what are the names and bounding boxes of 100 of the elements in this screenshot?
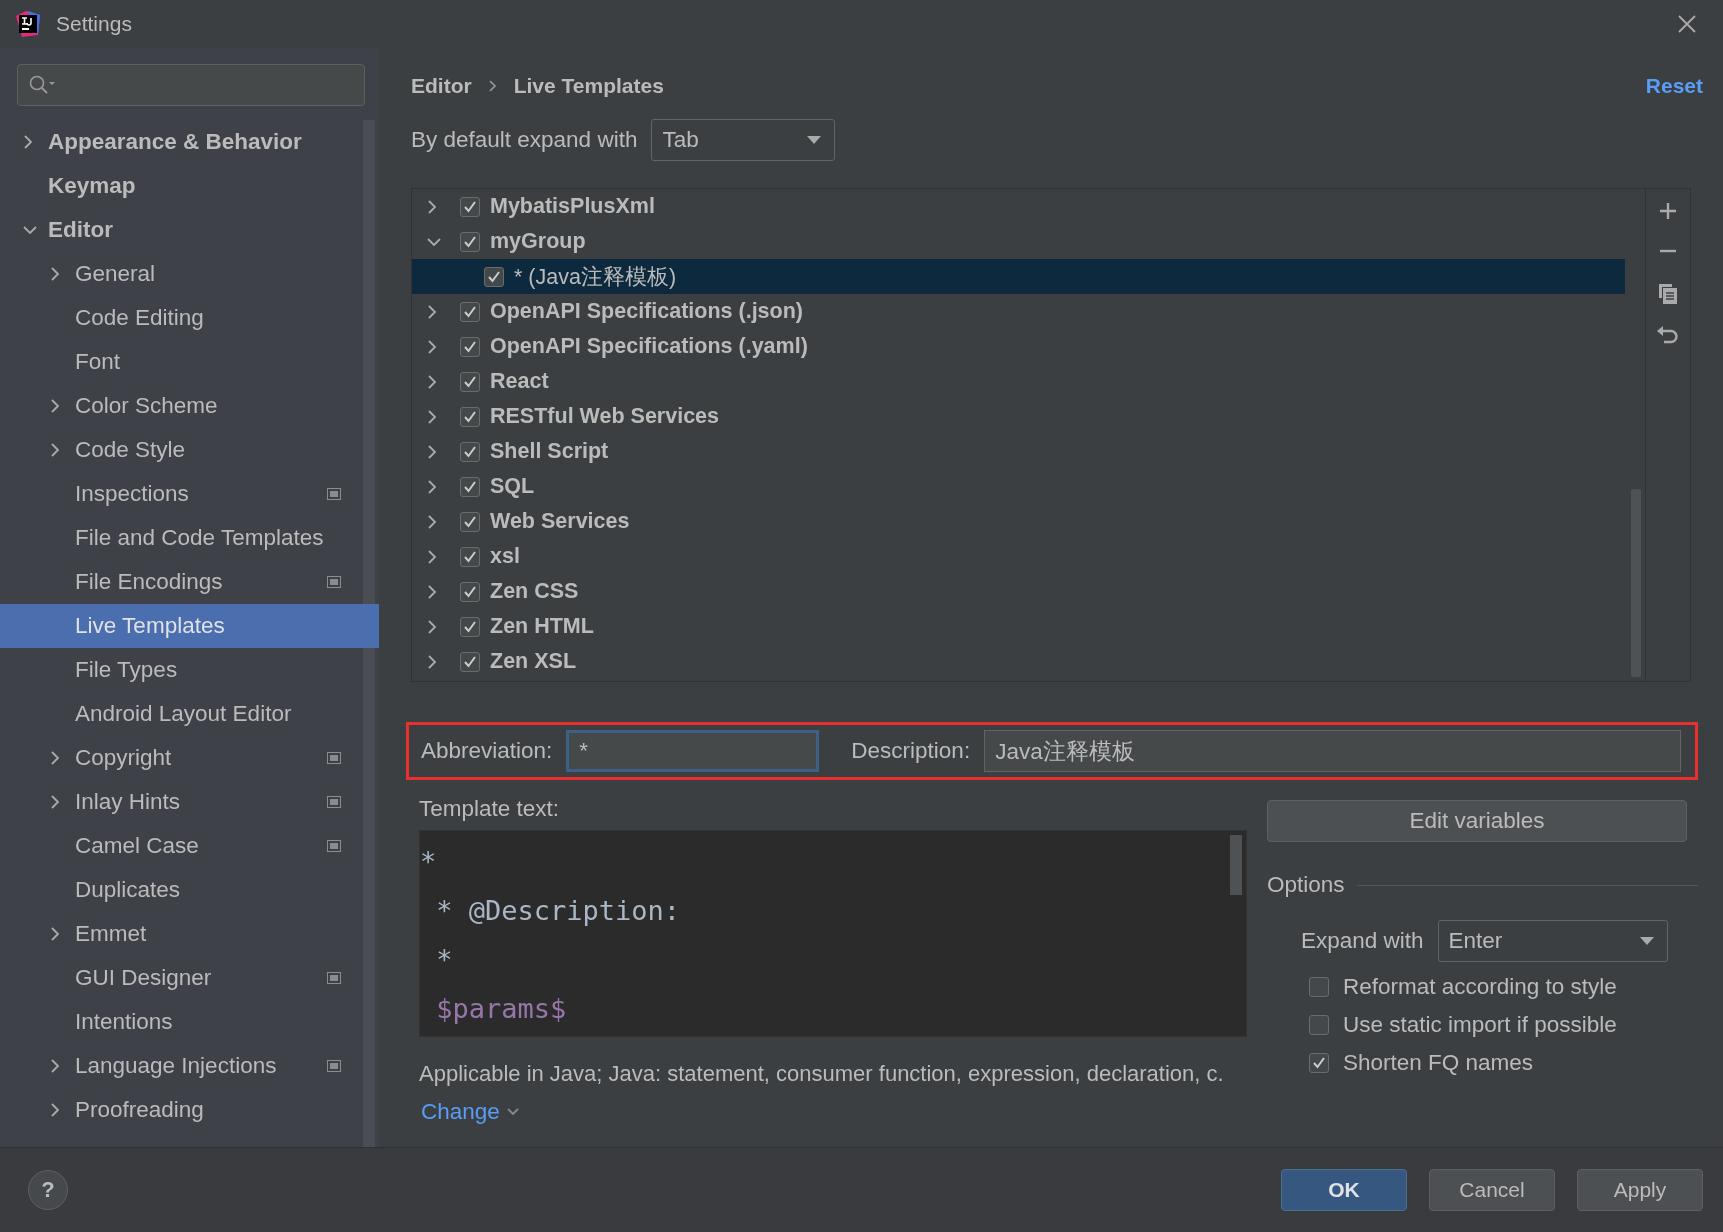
sidebar-item[interactable]: File Types [0,648,363,692]
checkbox[interactable] [460,406,480,427]
add-icon[interactable] [1658,201,1678,221]
chevron-right-icon[interactable] [49,398,61,414]
checkbox[interactable] [1309,1053,1329,1073]
breadcrumb-item[interactable]: Editor [411,74,472,98]
search-field[interactable] [17,64,365,106]
checkbox[interactable] [460,511,480,532]
chevron-right-icon[interactable] [49,750,61,766]
checkbox[interactable] [484,266,504,287]
template-group[interactable]: SQL [412,469,1625,504]
close-icon[interactable] [1677,14,1697,34]
sidebar-item[interactable]: Android Layout Editor [0,692,363,736]
template-group[interactable]: myGroup [412,224,1625,259]
chevron-right-icon[interactable] [426,653,438,670]
checkbox[interactable] [460,301,480,322]
option-checkbox[interactable]: Use static import if possible [1309,1012,1698,1038]
sidebar-item[interactable]: Keymap [0,164,363,208]
dialog-button[interactable]: Apply [1577,1169,1703,1211]
chevron-down-icon[interactable] [22,224,38,236]
checkbox[interactable] [1309,1015,1329,1035]
checkbox[interactable] [460,546,480,567]
checkbox[interactable] [460,231,480,252]
caret-icon[interactable] [806,135,823,145]
sidebar-item[interactable]: File and Code Templates [0,516,363,560]
chevron-right-icon[interactable] [426,548,438,565]
chevron-right-icon[interactable] [426,478,438,495]
template-group[interactable]: OpenAPI Specifications (.yaml) [412,329,1625,364]
sidebar-item[interactable]: Emmet [0,912,363,956]
sidebar-item[interactable]: Code Editing [0,296,363,340]
option-checkbox[interactable]: Reformat according to style [1309,974,1698,1000]
sidebar-item[interactable]: Copyright [0,736,363,780]
scrollbar[interactable] [1230,835,1242,895]
chevron-right-icon[interactable] [426,373,438,390]
chevron-right-icon[interactable] [426,443,438,460]
chevron-right-icon[interactable] [426,618,438,635]
chevron-right-icon[interactable] [49,442,61,458]
template-item[interactable]: * (Java注释模板) [412,259,1625,294]
change-link[interactable]: Change [421,1099,520,1125]
chevron-right-icon[interactable] [49,266,61,282]
description-field[interactable]: Java注释模板 [984,730,1681,772]
template-group[interactable]: Zen HTML [412,609,1625,644]
sidebar-item[interactable]: Camel Case [0,824,363,868]
sidebar-item[interactable]: Editor [0,208,363,252]
dialog-button[interactable]: Cancel [1429,1169,1555,1211]
sidebar-item[interactable]: Appearance & Behavior [0,120,363,164]
template-group[interactable]: Shell Script [412,434,1625,469]
caret-icon[interactable] [1638,936,1655,946]
checkbox[interactable] [1309,977,1329,997]
checkbox[interactable] [460,581,480,602]
help-button[interactable]: ? [28,1170,68,1210]
chevron-right-icon[interactable] [426,583,438,600]
sidebar-item[interactable]: Live Templates [0,604,379,648]
chevron-right-icon[interactable] [22,134,34,150]
checkbox[interactable] [460,651,480,672]
sidebar-item[interactable]: Duplicates [0,868,363,912]
edit-variables-button[interactable]: Edit variables [1267,800,1687,842]
template-group[interactable]: Web Services [412,504,1625,539]
breadcrumb-item[interactable]: Live Templates [513,74,664,98]
chevron-down-icon[interactable] [505,1107,520,1117]
abbreviation-field[interactable]: * [566,730,820,772]
chevron-right-icon[interactable] [49,1102,61,1118]
sidebar-item[interactable]: Color Scheme [0,384,363,428]
checkbox[interactable] [460,441,480,462]
checkbox[interactable] [460,616,480,637]
sidebar-item[interactable]: Code Style [0,428,363,472]
sidebar-item[interactable]: Intentions [0,1000,363,1044]
template-group[interactable]: RESTful Web Services [412,399,1625,434]
template-group[interactable]: Zen CSS [412,574,1625,609]
chevron-right-icon[interactable] [49,794,61,810]
option-checkbox[interactable]: Shorten FQ names [1309,1050,1698,1076]
sidebar-item[interactable]: Font [0,340,363,384]
chevron-right-icon[interactable] [49,1058,61,1074]
template-text-editor[interactable]: * * @Description: * $params$ [419,830,1247,1037]
chevron-right-icon[interactable] [426,513,438,530]
chevron-down-icon[interactable] [426,235,442,248]
template-group[interactable]: xsl [412,539,1625,574]
chevron-right-icon[interactable] [49,926,61,942]
sidebar-item[interactable]: GUI Designer [0,956,363,1000]
sidebar-item[interactable]: General [0,252,363,296]
copy-icon[interactable] [1657,281,1679,305]
template-group[interactable]: MybatisPlusXml [412,189,1625,224]
scrollbar[interactable] [363,120,375,1147]
template-group[interactable]: OpenAPI Specifications (.json) [412,294,1625,329]
template-group[interactable]: React [412,364,1625,399]
checkbox[interactable] [460,196,480,217]
template-group[interactable]: Zen XSL [412,644,1625,679]
sidebar-item[interactable]: Inlay Hints [0,780,363,824]
chevron-right-icon[interactable] [426,303,438,320]
default-expand-dropdown[interactable]: Tab [651,119,836,161]
sidebar-item[interactable]: Language Injections [0,1044,363,1088]
sidebar-item[interactable]: Proofreading [0,1088,363,1132]
checkbox[interactable] [460,336,480,357]
chevron-right-icon[interactable] [426,198,438,215]
dialog-button[interactable]: OK [1281,1169,1407,1211]
chevron-right-icon[interactable] [426,338,438,355]
sidebar-item[interactable]: Inspections [0,472,363,516]
chevron-right-icon[interactable] [426,408,438,425]
reset-link[interactable]: Reset [1645,74,1703,98]
checkbox[interactable] [460,371,480,392]
